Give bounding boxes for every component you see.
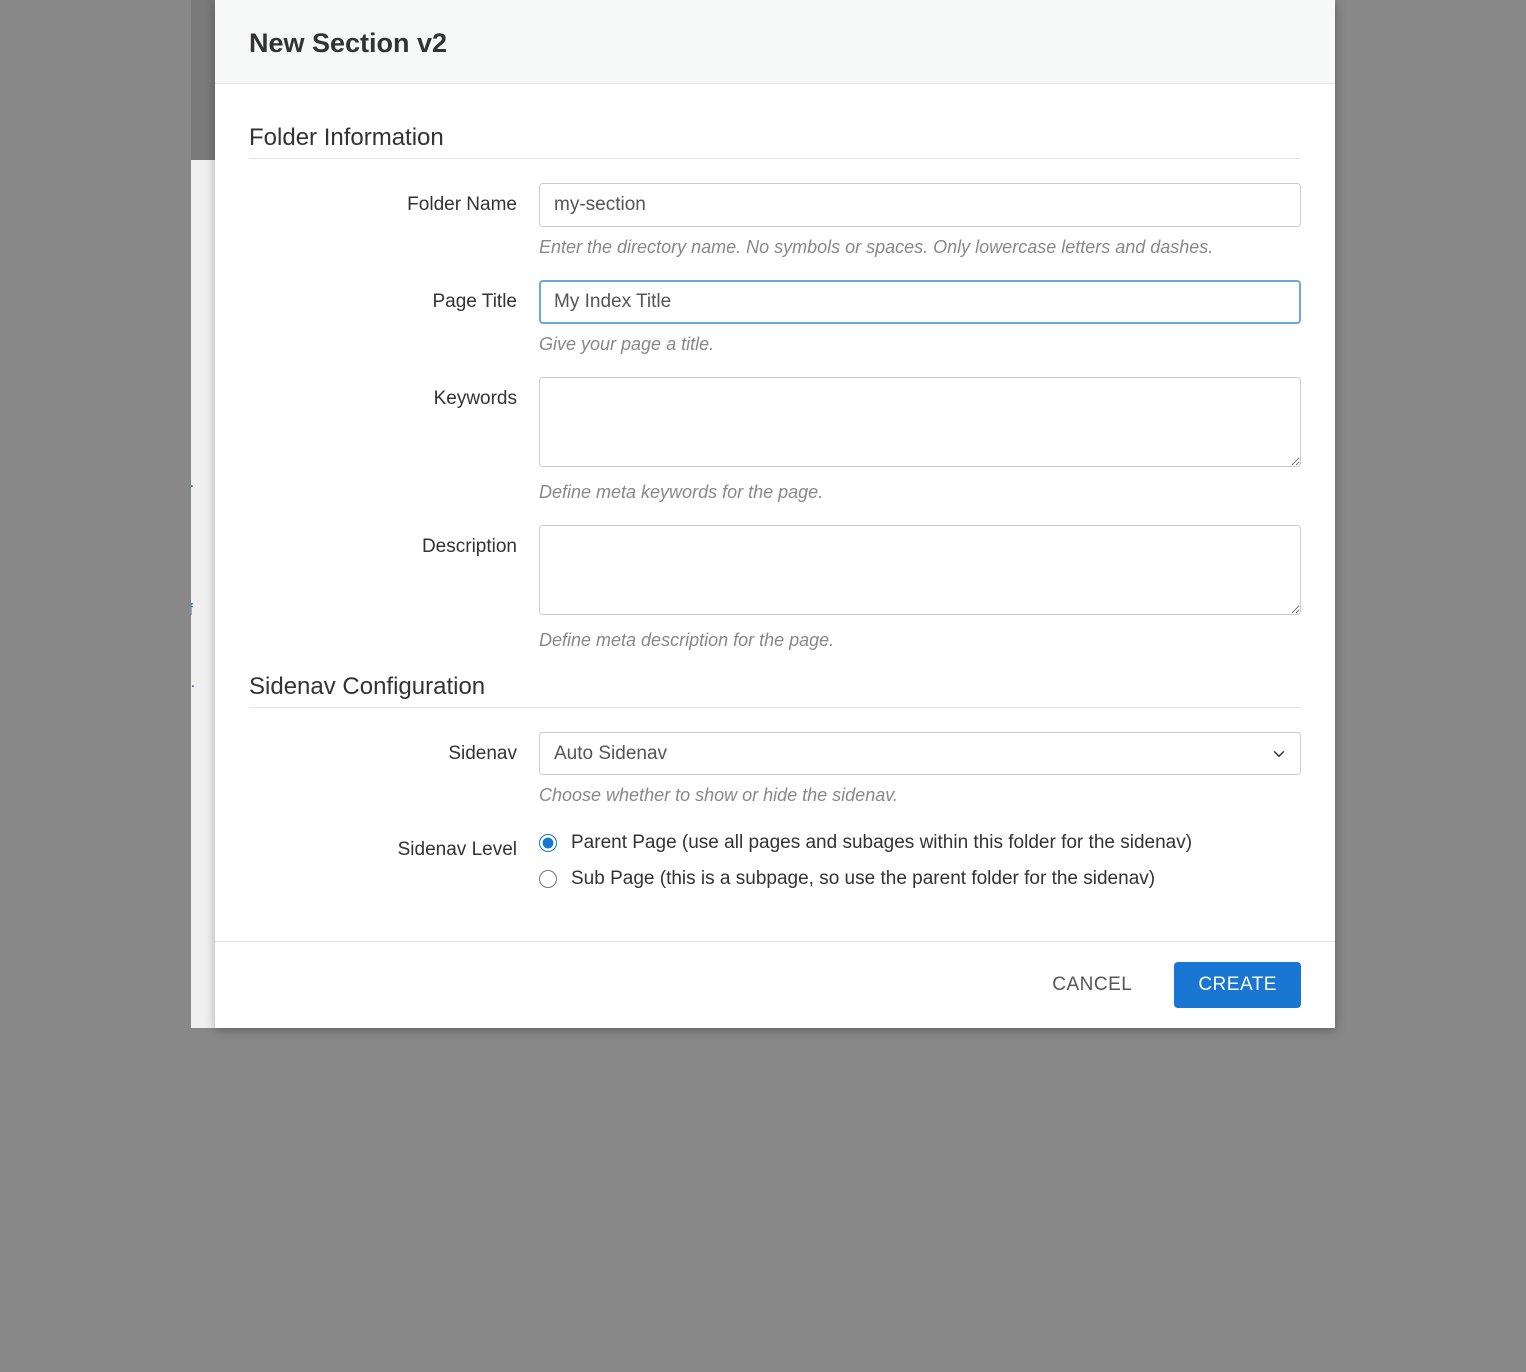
- label-folder-name: Folder Name: [249, 183, 539, 216]
- form-row-description: Description Define meta description for …: [249, 525, 1301, 651]
- create-button[interactable]: CREATE: [1174, 962, 1301, 1008]
- help-keywords: Define meta keywords for the page.: [539, 482, 1301, 503]
- section-heading-sidenav: Sidenav Configuration: [249, 673, 1301, 708]
- sidenav-level-radio-group: Parent Page (use all pages and subages w…: [539, 828, 1301, 890]
- label-keywords: Keywords: [249, 377, 539, 410]
- background-page-fragment: s k. jif e.: [191, 0, 215, 1028]
- radio-item-parent[interactable]: Parent Page (use all pages and subages w…: [539, 832, 1301, 854]
- help-page-title: Give your page a title.: [539, 334, 1301, 355]
- new-section-modal: New Section v2 Folder Information Folder…: [215, 0, 1335, 1028]
- modal-header: New Section v2: [215, 0, 1335, 84]
- help-description: Define meta description for the page.: [539, 630, 1301, 651]
- label-description: Description: [249, 525, 539, 558]
- radio-sub-page[interactable]: [539, 870, 557, 888]
- radio-label-parent[interactable]: Parent Page (use all pages and subages w…: [571, 832, 1192, 854]
- label-sidenav: Sidenav: [249, 732, 539, 765]
- radio-item-sub[interactable]: Sub Page (this is a subpage, so use the …: [539, 868, 1301, 890]
- keywords-textarea[interactable]: [539, 377, 1301, 467]
- description-textarea[interactable]: [539, 525, 1301, 615]
- modal-footer: CANCEL CREATE: [215, 941, 1335, 1028]
- form-row-folder-name: Folder Name Enter the directory name. No…: [249, 183, 1301, 258]
- section-heading-folder: Folder Information: [249, 124, 1301, 159]
- sidenav-select[interactable]: Auto Sidenav: [539, 732, 1301, 775]
- cancel-button[interactable]: CANCEL: [1028, 962, 1156, 1008]
- form-row-sidenav-level: Sidenav Level Parent Page (use all pages…: [249, 828, 1301, 904]
- radio-label-sub[interactable]: Sub Page (this is a subpage, so use the …: [571, 868, 1155, 890]
- form-row-sidenav: Sidenav Auto Sidenav Choose whether to s…: [249, 732, 1301, 806]
- modal-title: New Section v2: [249, 28, 1301, 59]
- form-row-keywords: Keywords Define meta keywords for the pa…: [249, 377, 1301, 503]
- label-sidenav-level: Sidenav Level: [249, 828, 539, 861]
- radio-parent-page[interactable]: [539, 834, 557, 852]
- help-folder-name: Enter the directory name. No symbols or …: [539, 237, 1301, 258]
- folder-name-input[interactable]: [539, 183, 1301, 227]
- modal-body: Folder Information Folder Name Enter the…: [215, 84, 1335, 941]
- label-page-title: Page Title: [249, 280, 539, 313]
- page-title-input[interactable]: [539, 280, 1301, 324]
- help-sidenav: Choose whether to show or hide the siden…: [539, 785, 1301, 806]
- form-row-page-title: Page Title Give your page a title.: [249, 280, 1301, 355]
